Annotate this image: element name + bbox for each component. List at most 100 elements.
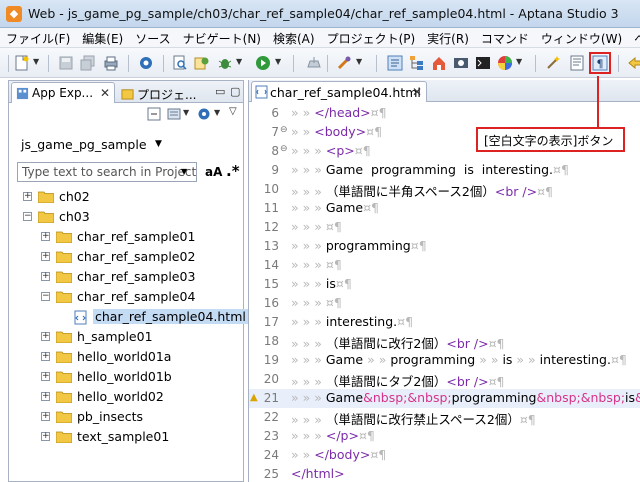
- menu-item[interactable]: ソース: [129, 28, 176, 48]
- fold-toggle-icon[interactable]: ⊖: [280, 125, 288, 135]
- save-icon[interactable]: [58, 55, 74, 71]
- home-icon[interactable]: [431, 55, 447, 71]
- debug-icon[interactable]: [217, 55, 233, 71]
- chevron-down-icon[interactable]: ▼: [181, 167, 187, 176]
- code-line[interactable]: 6 » » </head>¤¶: [249, 104, 640, 123]
- view-menu-icon[interactable]: ▽: [229, 106, 237, 117]
- color-picker-icon[interactable]: [497, 55, 513, 71]
- expand-icon[interactable]: +: [41, 232, 50, 241]
- expand-icon[interactable]: +: [41, 252, 50, 261]
- tree-item[interactable]: + char_ref_sample03: [9, 267, 243, 287]
- code-line[interactable]: 20 » » » （単語間にタブ2個）<br />¤¶: [249, 370, 640, 389]
- menu-item[interactable]: 検索(A): [267, 28, 321, 48]
- link-editor-icon[interactable]: [167, 107, 181, 121]
- print-icon[interactable]: [103, 55, 119, 71]
- project-selector[interactable]: js_game_pg_sample: [21, 137, 147, 152]
- back-arrow-icon[interactable]: [626, 55, 640, 71]
- code-line[interactable]: 16 » » » ¤¶: [249, 294, 640, 313]
- fold-toggle-icon[interactable]: ⊖: [280, 144, 288, 154]
- code-line[interactable]: ▲ 21» » » Game&nbsp;&nbsp;programming&nbs…: [249, 389, 640, 408]
- chevron-down-icon[interactable]: ▼: [356, 57, 362, 66]
- minimize-icon[interactable]: ▭: [215, 85, 225, 98]
- deploy-icon[interactable]: [306, 55, 322, 71]
- maximize-icon[interactable]: ▢: [230, 85, 240, 98]
- chevron-down-icon[interactable]: ▼: [183, 108, 189, 117]
- code-line[interactable]: 18 » » » （単語間に改行2個）<br />¤¶: [249, 332, 640, 351]
- run-icon[interactable]: [255, 55, 271, 71]
- new-file-icon[interactable]: [14, 55, 30, 71]
- expand-icon[interactable]: +: [41, 412, 50, 421]
- menu-item[interactable]: ウィンドウ(W): [535, 28, 628, 48]
- regex-toggle[interactable]: .*: [226, 162, 240, 180]
- menu-item[interactable]: 実行(R): [421, 28, 475, 48]
- tree-item[interactable]: − ch03: [9, 207, 243, 227]
- code-line[interactable]: 12 » » » ¤¶: [249, 218, 640, 237]
- settings-gear-icon[interactable]: [197, 107, 211, 121]
- case-sensitive-toggle[interactable]: aA: [205, 165, 222, 179]
- menu-item[interactable]: 編集(E): [76, 28, 129, 48]
- expand-icon[interactable]: +: [41, 392, 50, 401]
- menu-item[interactable]: コマンド: [475, 28, 535, 48]
- code-line[interactable]: 25 </html>: [249, 465, 640, 482]
- tree-item[interactable]: + text_sample01: [9, 427, 243, 447]
- tree-item[interactable]: + hello_world01b: [9, 367, 243, 387]
- tab-project-explorer[interactable]: プロジェ...: [117, 83, 211, 103]
- mark-occurrences-icon[interactable]: [387, 55, 403, 71]
- code-line[interactable]: 15 » » » is¤¶: [249, 275, 640, 294]
- code-line[interactable]: 23 » » » </p>¤¶: [249, 427, 640, 446]
- chevron-down-icon[interactable]: ▼: [214, 108, 220, 117]
- chevron-down-icon[interactable]: ▼: [236, 57, 242, 66]
- menu-item[interactable]: プロジェクト(P): [321, 28, 422, 48]
- project-search-input[interactable]: Type text to search in Project: [17, 162, 197, 182]
- expand-icon[interactable]: +: [41, 372, 50, 381]
- expand-icon[interactable]: +: [41, 332, 50, 341]
- expand-icon[interactable]: +: [41, 352, 50, 361]
- chevron-down-icon[interactable]: ▼: [155, 139, 162, 149]
- word-wrap-icon[interactable]: [569, 55, 585, 71]
- code-line[interactable]: 11 » » » Game¤¶: [249, 199, 640, 218]
- menu-item[interactable]: ナビゲート(N): [177, 28, 267, 48]
- line-number: 8: [271, 144, 279, 158]
- code-line[interactable]: 14 » » » ¤¶: [249, 256, 640, 275]
- code-line[interactable]: 17 » » » interesting.¤¶: [249, 313, 640, 332]
- save-all-icon[interactable]: [80, 55, 96, 71]
- tree-item[interactable]: char_ref_sample04.html: [9, 307, 248, 327]
- tab-char-ref-sample04[interactable]: char_ref_sample04.html ✕: [251, 81, 427, 102]
- chevron-down-icon[interactable]: ▼: [516, 57, 522, 66]
- outline-icon[interactable]: [409, 55, 425, 71]
- code-line[interactable]: 13 » » » programming¤¶: [249, 237, 640, 256]
- expand-icon[interactable]: +: [23, 192, 32, 201]
- wand-icon[interactable]: [545, 55, 561, 71]
- close-icon[interactable]: ✕: [412, 85, 422, 99]
- chevron-down-icon[interactable]: ▼: [275, 57, 281, 66]
- tree-item[interactable]: + hello_world01a: [9, 347, 243, 367]
- chevron-down-icon[interactable]: ▼: [33, 57, 39, 66]
- tree-item[interactable]: + pb_insects: [9, 407, 243, 427]
- view-icon[interactable]: [453, 55, 469, 71]
- tree-item[interactable]: + h_sample01: [9, 327, 243, 347]
- tree-item[interactable]: + hello_world02: [9, 387, 243, 407]
- code-line[interactable]: 10 » » » （単語間に半角スペース2個）<br />¤¶: [249, 180, 640, 199]
- collapse-icon[interactable]: −: [41, 292, 50, 301]
- open-type-icon[interactable]: [194, 55, 210, 71]
- code-line[interactable]: 22 » » » （単語間に改行禁止スペース2個）¤¶: [249, 408, 640, 427]
- search-icon[interactable]: [172, 55, 188, 71]
- menu-item[interactable]: ファイル(F): [0, 28, 76, 48]
- code-line[interactable]: 9 » » » Game programming is interesting.¤…: [249, 161, 640, 180]
- collapse-all-icon[interactable]: [147, 107, 161, 121]
- tree-item[interactable]: + char_ref_sample02: [9, 247, 243, 267]
- tree-item[interactable]: − char_ref_sample04: [9, 287, 243, 307]
- gear-icon[interactable]: [138, 55, 154, 71]
- expand-icon[interactable]: +: [41, 272, 50, 281]
- expand-icon[interactable]: +: [41, 432, 50, 441]
- commands-icon[interactable]: [336, 55, 352, 71]
- collapse-icon[interactable]: −: [23, 212, 32, 221]
- tree-item[interactable]: + char_ref_sample01: [9, 227, 243, 247]
- code-line[interactable]: 24 » » </body>¤¶: [249, 446, 640, 465]
- tab-app-explorer[interactable]: App Exp... ✕: [11, 82, 115, 103]
- menu-item[interactable]: ヘル: [628, 28, 640, 48]
- tree-item[interactable]: + ch02: [9, 187, 243, 207]
- code-line[interactable]: 19 » » » Game » » programming » » is » » …: [249, 351, 640, 370]
- close-icon[interactable]: ✕: [100, 86, 110, 100]
- terminal-icon[interactable]: [475, 55, 491, 71]
